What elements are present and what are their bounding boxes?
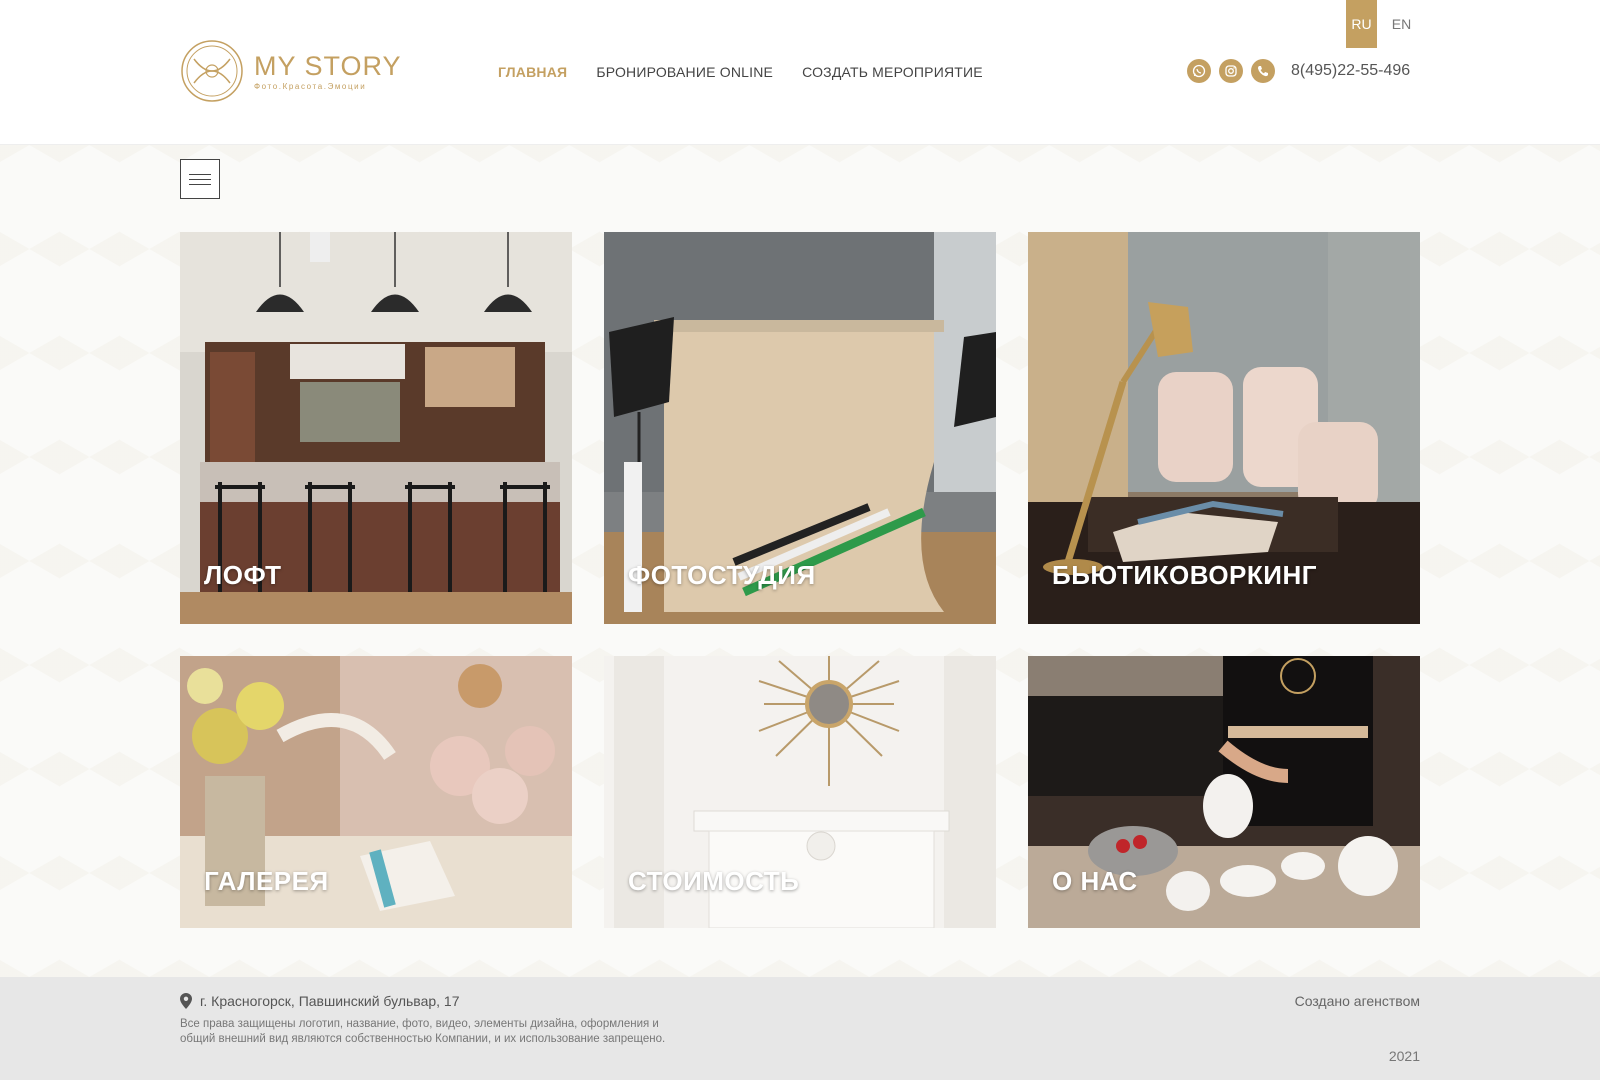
card-photostudio[interactable]: ФОТОСТУДИЯ — [604, 232, 996, 624]
logo-subtitle: Фото.Красота.Эмоции — [254, 81, 367, 91]
language-switcher: RU EN — [1346, 0, 1417, 48]
card-label: ЛОФТ — [204, 560, 282, 590]
address-text: г. Красногорск, Павшинский бульвар, 17 — [200, 993, 460, 1009]
menu-line — [189, 178, 211, 180]
card-beauty-coworking[interactable]: БЬЮТИКОВОРКИНГ — [1028, 232, 1420, 624]
card-loft[interactable]: ЛОФТ — [180, 232, 572, 624]
created-by-link[interactable]: Создано агенством — [1295, 993, 1420, 1009]
logo[interactable]: MY STORY Фото.Красота.Эмоции — [180, 39, 402, 103]
card-prices[interactable]: СТОИМОСТЬ — [604, 656, 996, 928]
logo-title: MY STORY — [254, 50, 402, 81]
card-label: БЬЮТИКОВОРКИНГ — [1052, 560, 1317, 590]
nav-create-event[interactable]: СОЗДАТЬ МЕРОПРИЯТИЕ — [802, 64, 983, 80]
lang-en[interactable]: EN — [1386, 0, 1417, 48]
address: г. Красногорск, Павшинский бульвар, 17 — [180, 993, 460, 1009]
card-label: О НАС — [1052, 866, 1138, 896]
menu-line — [189, 183, 211, 185]
card-label: ГАЛЕРЕЯ — [204, 866, 329, 896]
card-label: ФОТОСТУДИЯ — [628, 560, 816, 590]
whatsapp-icon[interactable] — [1187, 59, 1211, 83]
logo-emblem-icon — [181, 40, 243, 102]
nav-booking-online[interactable]: БРОНИРОВАНИЕ ONLINE — [596, 64, 773, 80]
card-gallery[interactable]: ГАЛЕРЕЯ — [180, 656, 572, 928]
copyright-notice: Все права защищены логотип, название, фо… — [180, 1018, 666, 1045]
site-footer: г. Красногорск, Павшинский бульвар, 17 В… — [0, 977, 1600, 1080]
lang-ru[interactable]: RU — [1346, 0, 1377, 48]
phone-number[interactable]: 8(495)22-55-496 — [1291, 62, 1410, 80]
site-header: MY STORY Фото.Красота.Эмоции ГЛАВНАЯ БРО… — [0, 0, 1600, 145]
nav-home[interactable]: ГЛАВНАЯ — [498, 64, 567, 80]
footer-year: 2021 — [1388, 1048, 1420, 1064]
card-about-us[interactable]: О НАС — [1028, 656, 1420, 928]
card-label: СТОИМОСТЬ — [628, 866, 800, 896]
location-pin-icon — [180, 993, 192, 1009]
main-nav: ГЛАВНАЯ БРОНИРОВАНИЕ ONLINE СОЗДАТЬ МЕРО… — [498, 64, 983, 80]
main-content: ЛОФТ ФОТОСТУДИЯ БЬЮТИКОВОРКИНГ ГАЛЕРЕЯ С… — [0, 145, 1600, 977]
header-contacts: 8(495)22-55-496 — [1187, 59, 1410, 83]
instagram-icon[interactable] — [1219, 59, 1243, 83]
menu-line — [189, 173, 211, 175]
phone-icon[interactable] — [1251, 59, 1275, 83]
hamburger-menu-button[interactable] — [180, 159, 220, 199]
